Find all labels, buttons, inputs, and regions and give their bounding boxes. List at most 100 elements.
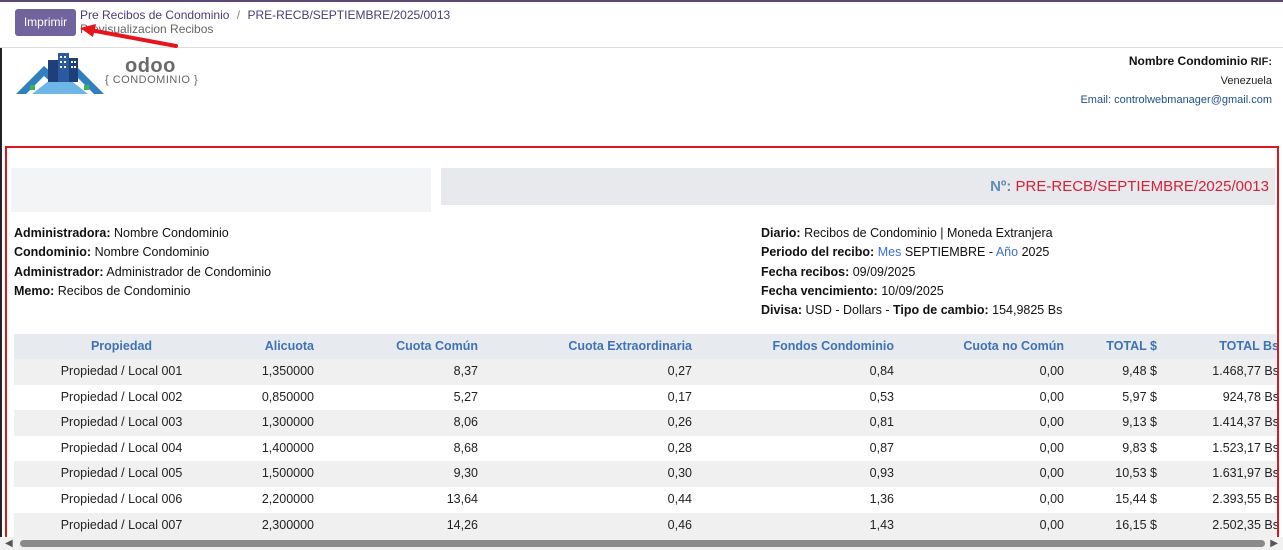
- cell-cuota-extraordinaria: 0,28: [667, 440, 692, 455]
- cell-cuota-no-comun: 0,00: [1039, 364, 1064, 378]
- red-arrow-annotation-icon: [80, 24, 178, 48]
- company-email: Email: controlwebmanager@gmail.com: [1080, 94, 1272, 106]
- scrollbar-thumb[interactable]: [20, 540, 1265, 547]
- cell-cuota-comun: 8,68: [453, 440, 478, 455]
- tipo-cambio-label: Tipo de cambio:: [893, 303, 989, 318]
- cell-propiedad: Propiedad / Local 002: [60, 389, 183, 404]
- divisa-label: Divisa:: [761, 303, 802, 318]
- table-row: Propiedad / Local 005 1,500000 9,30 0,30 0,9…: [14, 461, 1279, 487]
- col-header-cuota-comun: Cuota Común: [396, 339, 478, 353]
- cell-alicuota: 1,300000: [261, 415, 314, 430]
- fecha-vencimiento-label: Fecha vencimiento:: [761, 283, 878, 298]
- periodo-dash: -: [988, 245, 994, 260]
- cell-fondos-condominio: 1,36: [869, 491, 894, 506]
- memo-label: Memo:: [14, 283, 55, 298]
- cell-total-bs: 1.523,17 Bs: [1212, 440, 1279, 455]
- cell-cuota-no-comun: 0,00: [1039, 440, 1064, 455]
- cell-cuota-no-comun: 0,00: [1039, 415, 1064, 430]
- scroll-right-arrow-icon[interactable]: ▶: [1270, 537, 1278, 550]
- administrador-value: Administrador de Condominio: [106, 264, 272, 279]
- cell-fondos-condominio: 1,43: [869, 517, 894, 532]
- cell-propiedad: Propiedad / Local 004: [60, 440, 183, 455]
- cell-cuota-comun: 5,27: [453, 389, 478, 404]
- fecha-vencimiento-value: 10/09/2025: [881, 283, 944, 298]
- cell-cuota-comun: 14,26: [446, 517, 478, 532]
- col-header-cuota-no-comun: Cuota no Común: [963, 339, 1064, 353]
- mes-label: Mes: [877, 245, 902, 260]
- cell-total-usd: 5,97 $: [1122, 389, 1157, 404]
- receipt-report: Nº: PRE-RECB/SEPTIEMBRE/2025/0013 Admini…: [5, 146, 1279, 546]
- fecha-recibos-value: 09/09/2025: [852, 264, 916, 279]
- receipt-number: Nº: PRE-RECB/SEPTIEMBRE/2025/0013: [990, 178, 1269, 195]
- cell-alicuota: 2,300000: [261, 517, 314, 532]
- diario-value: Recibos de Condominio | Moneda Extranjer…: [804, 226, 1053, 240]
- table-row: Propiedad / Local 007 2,300000 14,26 0,46 1,…: [14, 512, 1277, 539]
- fecha-recibos-label: Fecha recibos:: [761, 264, 850, 279]
- cell-alicuota: 1,350000: [261, 364, 314, 378]
- mes-value: SEPTIEMBRE: [904, 245, 986, 260]
- diario-label: Diario:: [761, 226, 801, 240]
- cell-total-bs: 1.631,97 Bs: [1212, 466, 1279, 481]
- cell-cuota-extraordinaria: 0,44: [667, 491, 692, 506]
- col-header-propiedad: Propiedad: [90, 339, 153, 353]
- print-button[interactable]: Imprimir: [15, 9, 76, 36]
- cell-cuota-no-comun: 0,00: [1039, 389, 1064, 404]
- cell-cuota-extraordinaria: 0,17: [667, 389, 692, 404]
- table-row: Propiedad / Local 001 1,350000 8,37 0,27 0,8…: [14, 359, 1279, 385]
- company-rif-label: RIF:: [1250, 56, 1272, 68]
- cell-cuota-comun: 8,37: [453, 364, 478, 378]
- col-header-cuota-extraordinaria: Cuota Extraordinaria: [568, 339, 692, 353]
- cell-total-usd: 16,15 $: [1115, 517, 1157, 532]
- cell-fondos-condominio: 0,84: [869, 364, 894, 378]
- periodo-label: Periodo del recibo:: [761, 245, 875, 260]
- table-row: Propiedad / Local 003 1,300000 8,06 0,26 0,8…: [14, 410, 1279, 436]
- cell-fondos-condominio: 0,53: [869, 389, 894, 404]
- cell-alicuota: 2,200000: [261, 491, 314, 506]
- cell-total-usd: 9,13 $: [1122, 415, 1157, 430]
- report-info-left: Administradora: Nombre Condominio Condom…: [14, 224, 271, 301]
- cell-total-usd: 9,48 $: [1122, 364, 1157, 378]
- cell-cuota-extraordinaria: 0,46: [667, 517, 692, 532]
- company-info: Nombre Condominio RIF: Venezuela Email: …: [1080, 52, 1272, 110]
- cell-cuota-extraordinaria: 0,30: [667, 466, 692, 481]
- control-panel: Imprimir Pre Recibos de Condominio / PRE…: [0, 2, 1283, 48]
- cell-total-usd: 9,83 $: [1122, 440, 1157, 455]
- breadcrumb-parent-link[interactable]: Pre Recibos de Condominio: [80, 8, 229, 22]
- cell-cuota-comun: 13,64: [446, 491, 478, 506]
- cell-fondos-condominio: 0,93: [869, 466, 894, 481]
- scroll-left-arrow-icon[interactable]: ◀: [5, 537, 13, 550]
- col-header-alicuota: Alicuota: [264, 339, 314, 353]
- table-row: Propiedad / Local 004 1,400000 8,68 0,28 0,8…: [14, 436, 1279, 462]
- cell-cuota-extraordinaria: 0,26: [667, 415, 692, 430]
- cell-cuota-no-comun: 0,00: [1039, 491, 1064, 506]
- col-header-total-usd: TOTAL $: [1106, 339, 1157, 353]
- cell-cuota-extraordinaria: 0,27: [667, 364, 692, 378]
- table-body: Propiedad / Local 001 1,350000 8,37 0,27 0,8…: [14, 359, 1279, 539]
- table-header-row: Propiedad Alicuota Cuota Común Cuota Ext…: [14, 334, 1277, 359]
- left-edge-border: [0, 48, 2, 550]
- cell-propiedad: Propiedad / Local 001: [60, 364, 183, 378]
- anio-label: Año: [995, 245, 1019, 260]
- receipts-table: Propiedad Alicuota Cuota Común Cuota Ext…: [14, 334, 1279, 539]
- cell-total-bs: 1.468,77 Bs: [1212, 364, 1279, 378]
- table-row: Propiedad / Local 002 0,850000 5,27 0,17 0,5…: [14, 385, 1277, 411]
- cell-alicuota: 0,850000: [261, 389, 314, 404]
- horizontal-scrollbar[interactable]: ◀ ▶: [0, 537, 1283, 550]
- company-country: Venezuela: [1220, 75, 1272, 87]
- cell-alicuota: 1,400000: [261, 440, 314, 455]
- cell-total-usd: 10,53 $: [1115, 466, 1157, 481]
- cell-fondos-condominio: 0,81: [869, 415, 894, 430]
- cell-fondos-condominio: 0,87: [869, 440, 894, 455]
- cell-total-usd: 15,44 $: [1115, 491, 1157, 506]
- divisa-value: USD - Dollars -: [805, 303, 890, 318]
- cell-total-bs: 1.414,37 Bs: [1212, 415, 1279, 430]
- cell-cuota-no-comun: 0,00: [1039, 517, 1064, 532]
- breadcrumb-current: PRE-RECB/SEPTIEMBRE/2025/0013: [247, 8, 451, 22]
- administradora-label: Administradora:: [14, 226, 111, 240]
- cell-cuota-no-comun: 0,00: [1039, 466, 1064, 481]
- memo-value: Recibos de Condominio: [57, 283, 191, 298]
- condo-buildings-logo-icon: [16, 53, 104, 94]
- cell-total-bs: 2.393,55 Bs: [1212, 491, 1279, 506]
- anio-value: 2025: [1021, 245, 1050, 260]
- cell-propiedad: Propiedad / Local 006: [60, 491, 183, 506]
